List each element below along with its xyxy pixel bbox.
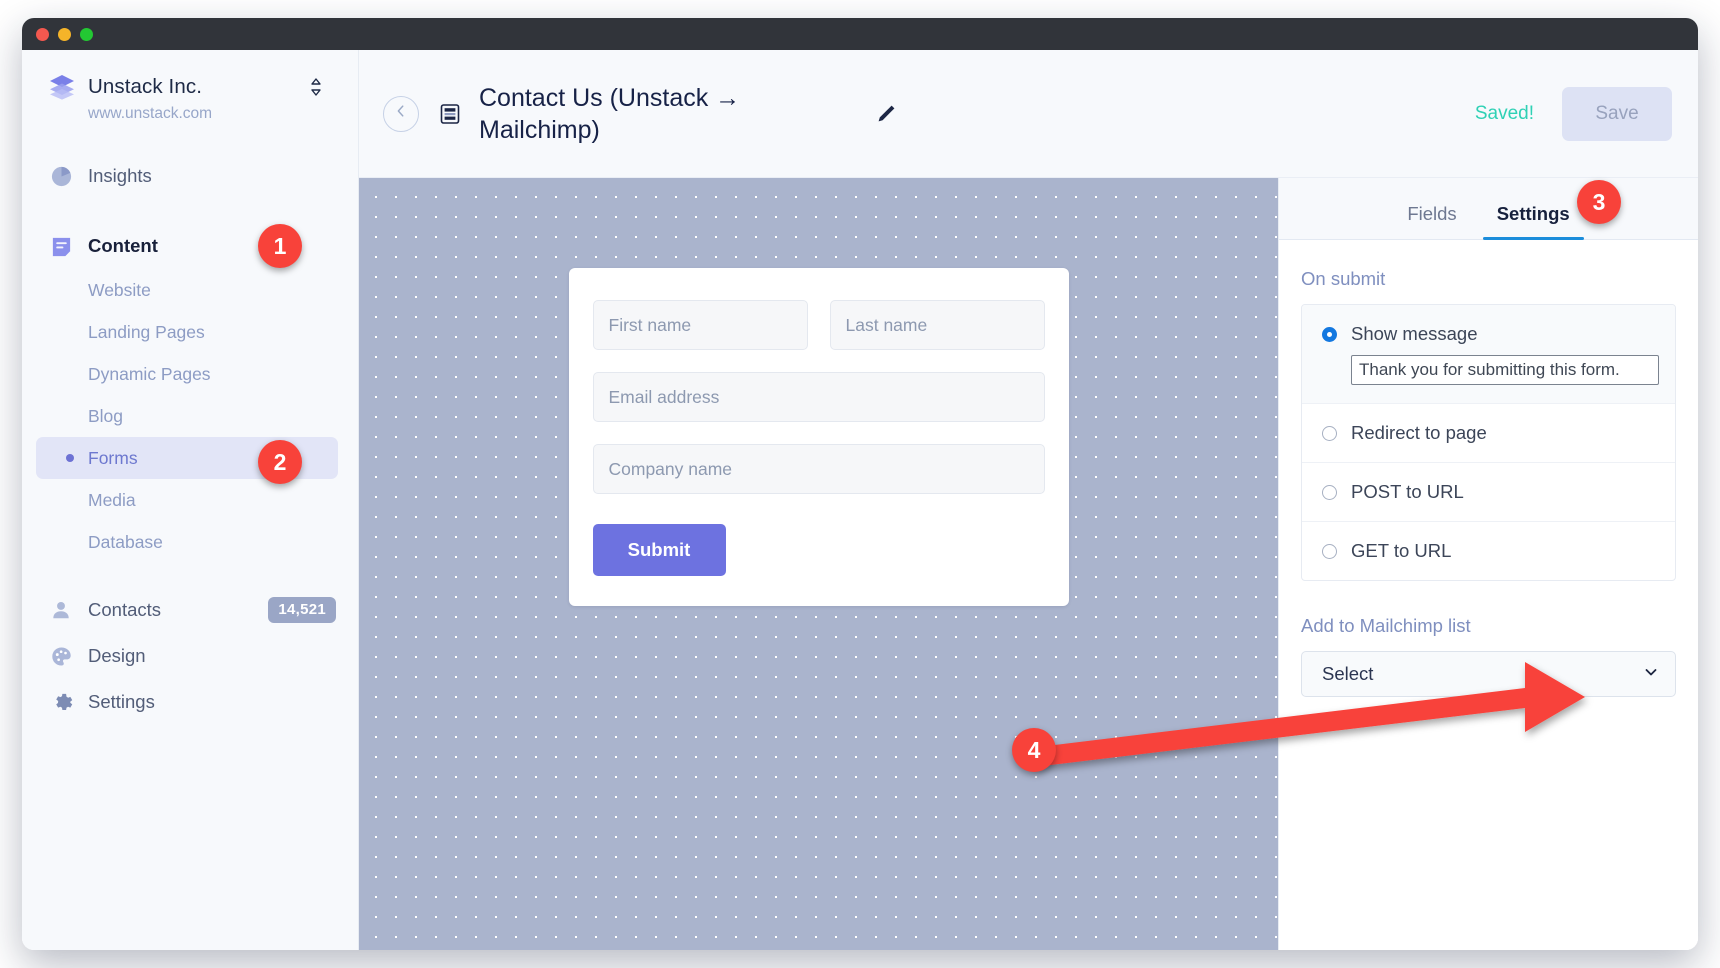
sidebar-item-label: Contacts bbox=[88, 599, 161, 621]
workspace-url: www.unstack.com bbox=[88, 105, 336, 123]
sidebar-item-label: Design bbox=[88, 645, 146, 667]
email-field-row: Email address bbox=[593, 372, 1045, 422]
content-doc-icon bbox=[48, 233, 74, 259]
on-submit-options: Show message Thank you for submitting th… bbox=[1301, 304, 1676, 581]
radio-unselected-icon[interactable] bbox=[1322, 426, 1337, 441]
company-name-input[interactable]: Company name bbox=[593, 444, 1045, 494]
annotation-marker-1: 1 bbox=[258, 224, 302, 268]
chevron-up-down-icon bbox=[309, 76, 324, 98]
chevron-down-icon bbox=[1643, 664, 1659, 685]
sidebar-subitem-label: Forms bbox=[88, 448, 138, 469]
application-root: Unstack Inc. www.unstack.com bbox=[22, 50, 1698, 950]
show-message-input[interactable]: Thank you for submitting this form. bbox=[1351, 355, 1659, 385]
content-area: First name Last name Email address Compa… bbox=[359, 178, 1698, 950]
gear-icon bbox=[48, 689, 74, 715]
option-label: Show message bbox=[1351, 323, 1477, 345]
back-button[interactable] bbox=[383, 96, 419, 132]
saved-status: Saved! bbox=[1475, 103, 1534, 125]
last-name-input[interactable]: Last name bbox=[830, 300, 1045, 350]
sidebar-item-content[interactable]: Content bbox=[22, 223, 358, 269]
panel-tab-bar: Fields Settings bbox=[1279, 178, 1698, 240]
save-button[interactable]: Save bbox=[1562, 87, 1672, 141]
maximize-window-button[interactable] bbox=[80, 28, 93, 41]
option-label: GET to URL bbox=[1351, 540, 1451, 562]
contacts-count-badge: 14,521 bbox=[268, 597, 336, 623]
brand-block: Unstack Inc. www.unstack.com bbox=[22, 50, 358, 123]
sidebar-item-media[interactable]: Media bbox=[36, 479, 338, 521]
sidebar-item-insights[interactable]: Insights bbox=[22, 153, 358, 199]
palette-icon bbox=[48, 643, 74, 669]
annotation-marker-2: 2 bbox=[258, 440, 302, 484]
sidebar-item-label: Content bbox=[88, 235, 158, 257]
name-field-row: First name Last name bbox=[593, 300, 1045, 350]
window-title-bar bbox=[22, 18, 1698, 50]
person-icon bbox=[48, 597, 74, 623]
sidebar-item-blog[interactable]: Blog bbox=[36, 395, 338, 437]
sidebar-subitem-label: Database bbox=[88, 532, 163, 553]
tab-fields[interactable]: Fields bbox=[1393, 203, 1470, 239]
sidebar-subitem-label: Blog bbox=[88, 406, 123, 427]
form-preview-card: First name Last name Email address Compa… bbox=[569, 268, 1069, 606]
page-toolbar: Contact Us (Unstack → Mailchimp) Saved! … bbox=[359, 50, 1698, 178]
settings-panel: Fields Settings On submit Show message bbox=[1278, 178, 1698, 950]
form-document-icon bbox=[439, 103, 461, 125]
active-bullet-icon bbox=[66, 454, 74, 462]
sidebar-nav: Insights Content Website bbox=[22, 153, 358, 725]
sidebar-subitem-label: Landing Pages bbox=[88, 322, 205, 343]
workspace-name: Unstack Inc. bbox=[88, 75, 309, 99]
mailchimp-select[interactable]: Select bbox=[1301, 651, 1676, 697]
option-redirect-to-page[interactable]: Redirect to page bbox=[1302, 404, 1675, 463]
sidebar-item-website[interactable]: Website bbox=[36, 269, 338, 311]
sidebar-item-dynamic-pages[interactable]: Dynamic Pages bbox=[36, 353, 338, 395]
pie-chart-icon bbox=[48, 163, 74, 189]
nav-spacer bbox=[22, 199, 358, 223]
mailchimp-select-value: Select bbox=[1322, 663, 1643, 685]
toolbar-actions: Saved! Save bbox=[1475, 87, 1672, 141]
option-show-message[interactable]: Show message Thank you for submitting th… bbox=[1302, 305, 1675, 404]
sidebar-item-design[interactable]: Design bbox=[22, 633, 358, 679]
minimize-window-button[interactable] bbox=[58, 28, 71, 41]
sidebar-item-contacts[interactable]: Contacts 14,521 bbox=[22, 587, 358, 633]
option-get-to-url[interactable]: GET to URL bbox=[1302, 522, 1675, 580]
on-submit-label: On submit bbox=[1301, 268, 1676, 290]
chevron-left-icon bbox=[393, 103, 409, 124]
form-canvas[interactable]: First name Last name Email address Compa… bbox=[359, 178, 1278, 950]
mailchimp-list-label: Add to Mailchimp list bbox=[1301, 615, 1676, 637]
sidebar-item-landing-pages[interactable]: Landing Pages bbox=[36, 311, 338, 353]
sidebar-subitem-label: Dynamic Pages bbox=[88, 364, 211, 385]
company-field-row: Company name bbox=[593, 444, 1045, 494]
first-name-input[interactable]: First name bbox=[593, 300, 808, 350]
sidebar-item-settings[interactable]: Settings bbox=[22, 679, 358, 725]
sidebar-subitem-label: Website bbox=[88, 280, 151, 301]
email-address-input[interactable]: Email address bbox=[593, 372, 1045, 422]
option-post-to-url[interactable]: POST to URL bbox=[1302, 463, 1675, 522]
sidebar-item-label: Settings bbox=[88, 691, 155, 713]
tab-settings[interactable]: Settings bbox=[1483, 203, 1584, 239]
browser-window: Unstack Inc. www.unstack.com bbox=[22, 18, 1698, 950]
workspace-switcher[interactable]: Unstack Inc. bbox=[48, 74, 336, 100]
submit-button[interactable]: Submit bbox=[593, 524, 726, 576]
sidebar: Unstack Inc. www.unstack.com bbox=[22, 50, 359, 950]
radio-unselected-icon[interactable] bbox=[1322, 544, 1337, 559]
sidebar-item-database[interactable]: Database bbox=[36, 521, 338, 563]
annotation-marker-4: 4 bbox=[1012, 728, 1056, 772]
page-title: Contact Us (Unstack → Mailchimp) bbox=[479, 82, 809, 146]
layers-icon bbox=[48, 74, 76, 100]
panel-body: On submit Show message Thank you for sub… bbox=[1279, 240, 1698, 697]
radio-unselected-icon[interactable] bbox=[1322, 485, 1337, 500]
pencil-icon[interactable] bbox=[873, 101, 899, 127]
sidebar-subitem-label: Media bbox=[88, 490, 136, 511]
sidebar-item-label: Insights bbox=[88, 165, 152, 187]
option-label: POST to URL bbox=[1351, 481, 1464, 503]
option-label: Redirect to page bbox=[1351, 422, 1487, 444]
radio-selected-icon[interactable] bbox=[1322, 327, 1337, 342]
close-window-button[interactable] bbox=[36, 28, 49, 41]
main-column: Contact Us (Unstack → Mailchimp) Saved! … bbox=[359, 50, 1698, 950]
annotation-marker-3: 3 bbox=[1577, 180, 1621, 224]
nav-spacer bbox=[22, 563, 358, 587]
